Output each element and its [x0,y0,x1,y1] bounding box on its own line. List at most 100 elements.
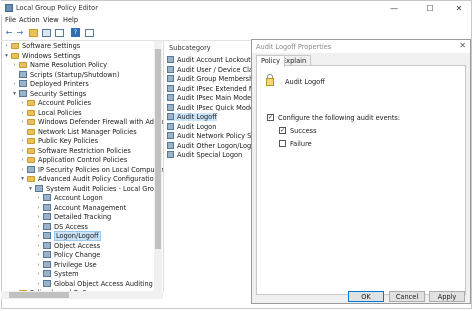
expand-chevron-icon[interactable]: › [19,147,26,155]
subcategory-item[interactable]: Audit Account Lockout [167,56,251,64]
tree-item[interactable]: › Name Resolution Policy [13,61,107,69]
tree-item[interactable]: › Policy Change [37,251,100,259]
folder-icon [27,128,35,135]
expand-chevron-icon[interactable]: › [35,261,42,269]
expand-chevron-icon[interactable]: › [19,99,26,107]
tree-item[interactable]: Network List Manager Policies [27,128,137,136]
doc-icon [43,213,51,220]
expand-chevron-icon[interactable]: › [35,242,42,250]
menu-help[interactable]: Help [63,16,78,24]
expand-chevron-icon[interactable]: › [35,194,42,202]
tree-item[interactable]: ▾ Windows Settings [5,52,80,60]
properties-icon[interactable] [55,29,64,37]
subcategory-label: Audit Logon [177,122,217,131]
expand-chevron-icon[interactable]: › [19,156,26,164]
help-icon[interactable]: ? [71,28,80,37]
tree-item[interactable]: › Application Control Policies [21,156,127,164]
cancel-button[interactable]: Cancel [389,291,425,302]
tree-item[interactable]: ▾ Security Settings [13,89,86,98]
tree-item[interactable]: › Account Logon [37,194,103,202]
expand-chevron-icon[interactable]: › [35,280,42,288]
subcategory-item[interactable]: Audit Network Policy Server [167,132,251,140]
tree-item[interactable]: › DS Access [37,222,88,231]
menu-view[interactable]: View [43,16,59,24]
tree-item[interactable]: › IP Security Policies on Local Computer [21,165,163,174]
tree-item[interactable]: › Software Settings [5,42,80,50]
forward-icon[interactable]: → [15,28,25,38]
subcategory-item[interactable]: Audit Logoff [167,113,217,121]
tree-item[interactable]: › Local Policies [21,109,81,117]
tree-item[interactable]: › Software Restriction Policies [21,147,130,155]
tree-item[interactable]: ▾ System Audit Policies - Local Group [29,184,162,193]
tree-item[interactable]: Scripts (Startup/Shutdown) [19,70,120,79]
subcategory-label: Audit Other Logon/Logoff Eve [177,141,251,150]
close-button[interactable]: ✕ [448,2,470,15]
subcategory-item[interactable]: Audit IPsec Extended Mode [167,84,251,93]
tree-horizontal-scrollbar[interactable] [1,291,163,299]
tree-item[interactable]: › Account Policies [21,99,91,107]
expand-chevron-icon[interactable]: › [11,80,18,88]
dialog-close-icon[interactable]: ✕ [459,41,466,50]
subcategory-item[interactable]: Audit Logon [167,122,217,131]
tree-item-label: DS Access [54,222,88,231]
tree-item[interactable]: › Global Object Access Auditing [37,279,153,288]
expand-chevron-icon[interactable]: › [35,232,42,240]
collapse-chevron-icon[interactable]: ▾ [19,175,26,183]
expand-chevron-icon[interactable]: › [19,166,26,174]
subcategory-item[interactable]: Audit Group Membership [167,75,251,83]
menu-action[interactable]: Action [19,16,40,24]
tree-item[interactable]: › Deployed Printers [13,80,89,88]
tree-item[interactable]: › Public Key Policies [21,137,98,145]
subcategory-header[interactable]: Subcategory [169,44,211,52]
expand-chevron-icon[interactable]: › [11,61,18,69]
collapse-chevron-icon[interactable]: ▾ [27,185,34,193]
expand-chevron-icon[interactable]: › [19,118,26,126]
expand-chevron-icon[interactable]: › [35,223,42,231]
failure-checkbox[interactable] [279,140,286,147]
view-icon[interactable] [85,29,94,37]
subcategory-item[interactable]: Audit Other Logon/Logoff Eve [167,141,251,150]
tree-item-label: Scripts (Startup/Shutdown) [30,70,120,79]
expand-chevron-icon[interactable]: › [35,251,42,259]
ok-button[interactable]: OK [348,291,384,302]
tab-policy[interactable]: Policy [256,55,285,67]
tree-item[interactable]: › Privilege Use [37,260,97,269]
tree-item[interactable]: › Detailed Tracking [37,213,111,221]
expand-chevron-icon[interactable]: › [35,270,42,278]
success-checkbox[interactable]: ✓ [279,127,286,134]
collapse-chevron-icon[interactable]: ▾ [11,90,18,98]
policy-icon [167,75,174,82]
maximize-button[interactable]: ☐ [419,2,441,15]
collapse-chevron-icon[interactable]: ▾ [3,52,10,60]
subcategory-item[interactable]: Audit User / Device Claims [167,65,251,74]
tree-item[interactable]: › System [37,270,79,278]
expand-chevron-icon[interactable]: › [3,42,10,50]
show-tree-icon[interactable] [42,29,51,37]
policy-icon [167,141,174,149]
tree-item[interactable]: › Object Access [37,241,100,250]
expand-chevron-icon[interactable]: › [35,213,42,221]
folder-icon [27,147,35,154]
expand-chevron-icon[interactable]: › [35,204,42,212]
subcategory-item[interactable]: Audit Special Logon [167,151,242,159]
back-icon[interactable]: ← [4,28,14,38]
menu-file[interactable]: File [5,16,16,24]
doc-icon [43,232,51,239]
scrollbar-thumb[interactable] [9,292,69,298]
up-folder-icon[interactable] [29,29,38,37]
tree-item[interactable]: ▾ Advanced Audit Policy Configuration [21,175,158,183]
tree-vertical-scrollbar[interactable] [154,41,162,291]
subcategory-item[interactable]: Audit IPsec Quick Mode [167,103,251,112]
tree-item[interactable]: › Logon/Logoff [37,231,101,241]
scrollbar-thumb[interactable] [155,49,161,249]
minimize-button[interactable]: — [383,2,405,15]
doc-icon [19,70,27,78]
tree-item[interactable]: › Windows Defender Firewall with Advan [21,118,163,126]
subcategory-item[interactable]: Audit IPsec Main Mode [167,94,251,102]
expand-chevron-icon[interactable]: › [19,109,26,117]
configure-checkbox[interactable]: ✓ [267,114,274,121]
failure-label: Failure [290,140,312,148]
expand-chevron-icon[interactable]: › [19,137,26,145]
apply-button[interactable]: Apply [429,291,465,302]
tree-item[interactable]: › Account Management [37,203,126,212]
